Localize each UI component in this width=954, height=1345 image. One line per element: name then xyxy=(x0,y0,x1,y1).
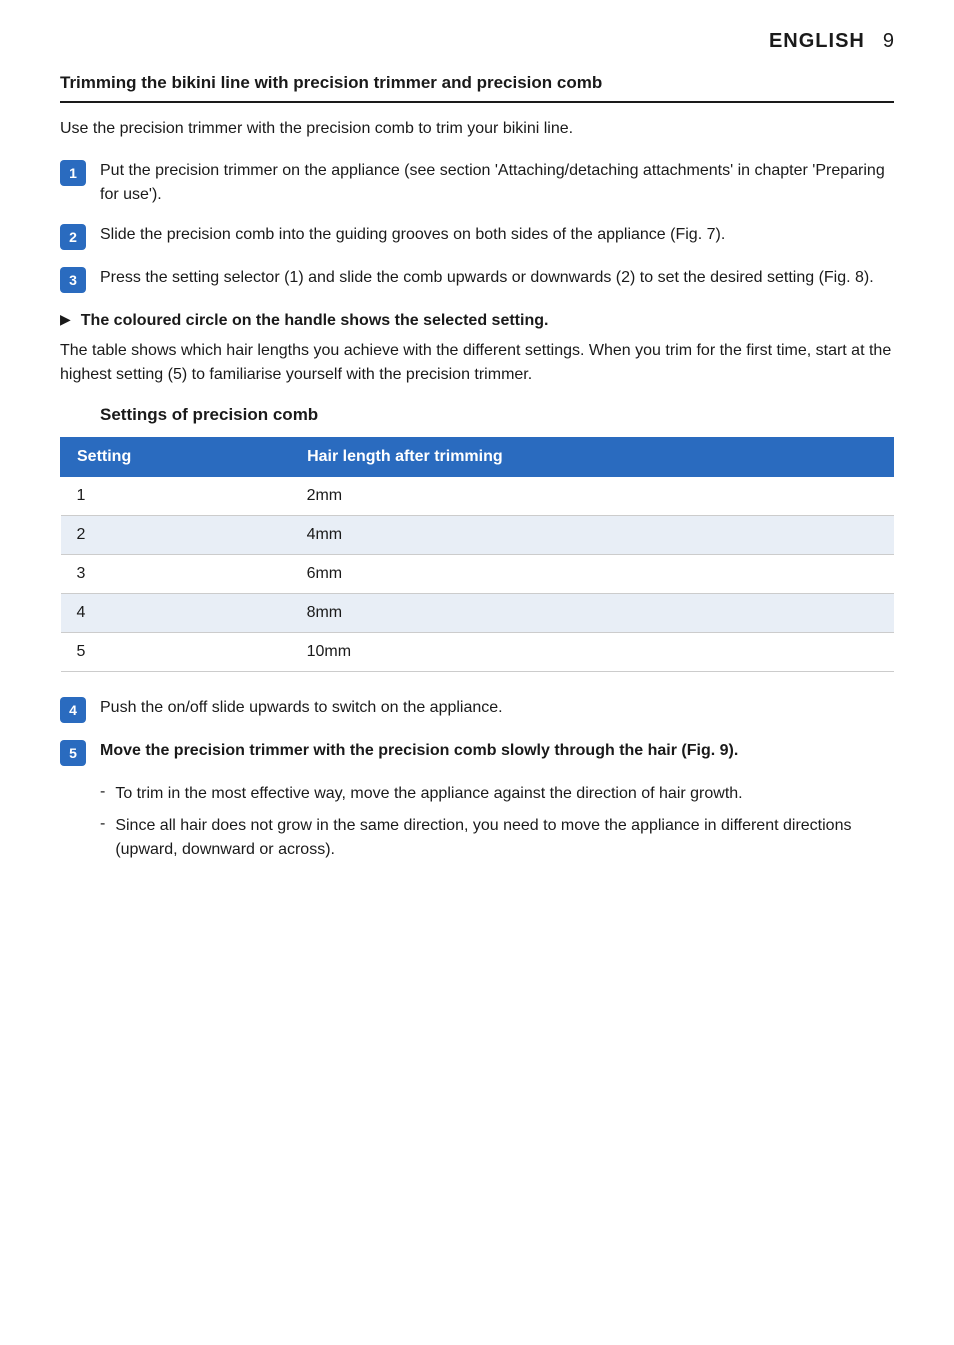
table-cell-setting: 2 xyxy=(61,516,291,555)
step-1-badge: 1 xyxy=(60,160,86,186)
bullet-triangle-icon: ▶ xyxy=(60,311,71,328)
step-2: 2 Slide the precision comb into the guid… xyxy=(60,223,894,250)
table-row: 510mm xyxy=(61,633,894,672)
table-row: 48mm xyxy=(61,594,894,633)
step-4: 4 Push the on/off slide upwards to switc… xyxy=(60,696,894,723)
table-row: 36mm xyxy=(61,555,894,594)
dash-item: -Since all hair does not grow in the sam… xyxy=(100,814,894,862)
intro-text: Use the precision trimmer with the preci… xyxy=(60,117,894,141)
step-3-text: Press the setting selector (1) and slide… xyxy=(100,266,874,290)
subsection-title: Settings of precision comb xyxy=(100,405,894,425)
settings-table: Setting Hair length after trimming 12mm2… xyxy=(60,437,894,672)
bullet-note-row: ▶ The coloured circle on the handle show… xyxy=(60,309,894,333)
table-cell-setting: 5 xyxy=(61,633,291,672)
table-cell-setting: 1 xyxy=(61,477,291,516)
table-cell-hair-length: 2mm xyxy=(291,477,894,516)
info-text: The table shows which hair lengths you a… xyxy=(60,339,894,387)
step-5: 5 Move the precision trimmer with the pr… xyxy=(60,739,894,766)
section-title: Trimming the bikini line with precision … xyxy=(60,73,894,103)
page-number: 9 xyxy=(883,30,894,53)
step-2-text: Slide the precision comb into the guidin… xyxy=(100,223,725,247)
dash-item-text: Since all hair does not grow in the same… xyxy=(115,814,894,862)
page-header: ENGLISH 9 xyxy=(60,30,894,53)
table-header-hair-length: Hair length after trimming xyxy=(291,438,894,477)
step-2-badge: 2 xyxy=(60,224,86,250)
table-cell-hair-length: 10mm xyxy=(291,633,894,672)
table-header-row: Setting Hair length after trimming xyxy=(61,438,894,477)
table-row: 12mm xyxy=(61,477,894,516)
dash-item-text: To trim in the most effective way, move … xyxy=(115,782,742,806)
language-label: ENGLISH xyxy=(769,30,865,53)
table-cell-setting: 3 xyxy=(61,555,291,594)
table-header-setting: Setting xyxy=(61,438,291,477)
steps-container: 1 Put the precision trimmer on the appli… xyxy=(60,159,894,293)
step-5-badge: 5 xyxy=(60,740,86,766)
steps-continued-container: 4 Push the on/off slide upwards to switc… xyxy=(60,696,894,766)
dash-symbol: - xyxy=(100,783,105,801)
dash-list: -To trim in the most effective way, move… xyxy=(100,782,894,862)
step-1-text: Put the precision trimmer on the applian… xyxy=(100,159,894,207)
table-cell-hair-length: 6mm xyxy=(291,555,894,594)
step-5-text: Move the precision trimmer with the prec… xyxy=(100,739,738,763)
step-1: 1 Put the precision trimmer on the appli… xyxy=(60,159,894,207)
table-body: 12mm24mm36mm48mm510mm xyxy=(61,477,894,672)
table-cell-hair-length: 8mm xyxy=(291,594,894,633)
table-cell-setting: 4 xyxy=(61,594,291,633)
dash-symbol: - xyxy=(100,815,105,833)
bullet-note-text: The coloured circle on the handle shows … xyxy=(81,309,549,333)
step-4-text: Push the on/off slide upwards to switch … xyxy=(100,696,503,720)
step-3: 3 Press the setting selector (1) and sli… xyxy=(60,266,894,293)
table-cell-hair-length: 4mm xyxy=(291,516,894,555)
step-4-badge: 4 xyxy=(60,697,86,723)
step-3-badge: 3 xyxy=(60,267,86,293)
table-row: 24mm xyxy=(61,516,894,555)
dash-item: -To trim in the most effective way, move… xyxy=(100,782,894,806)
